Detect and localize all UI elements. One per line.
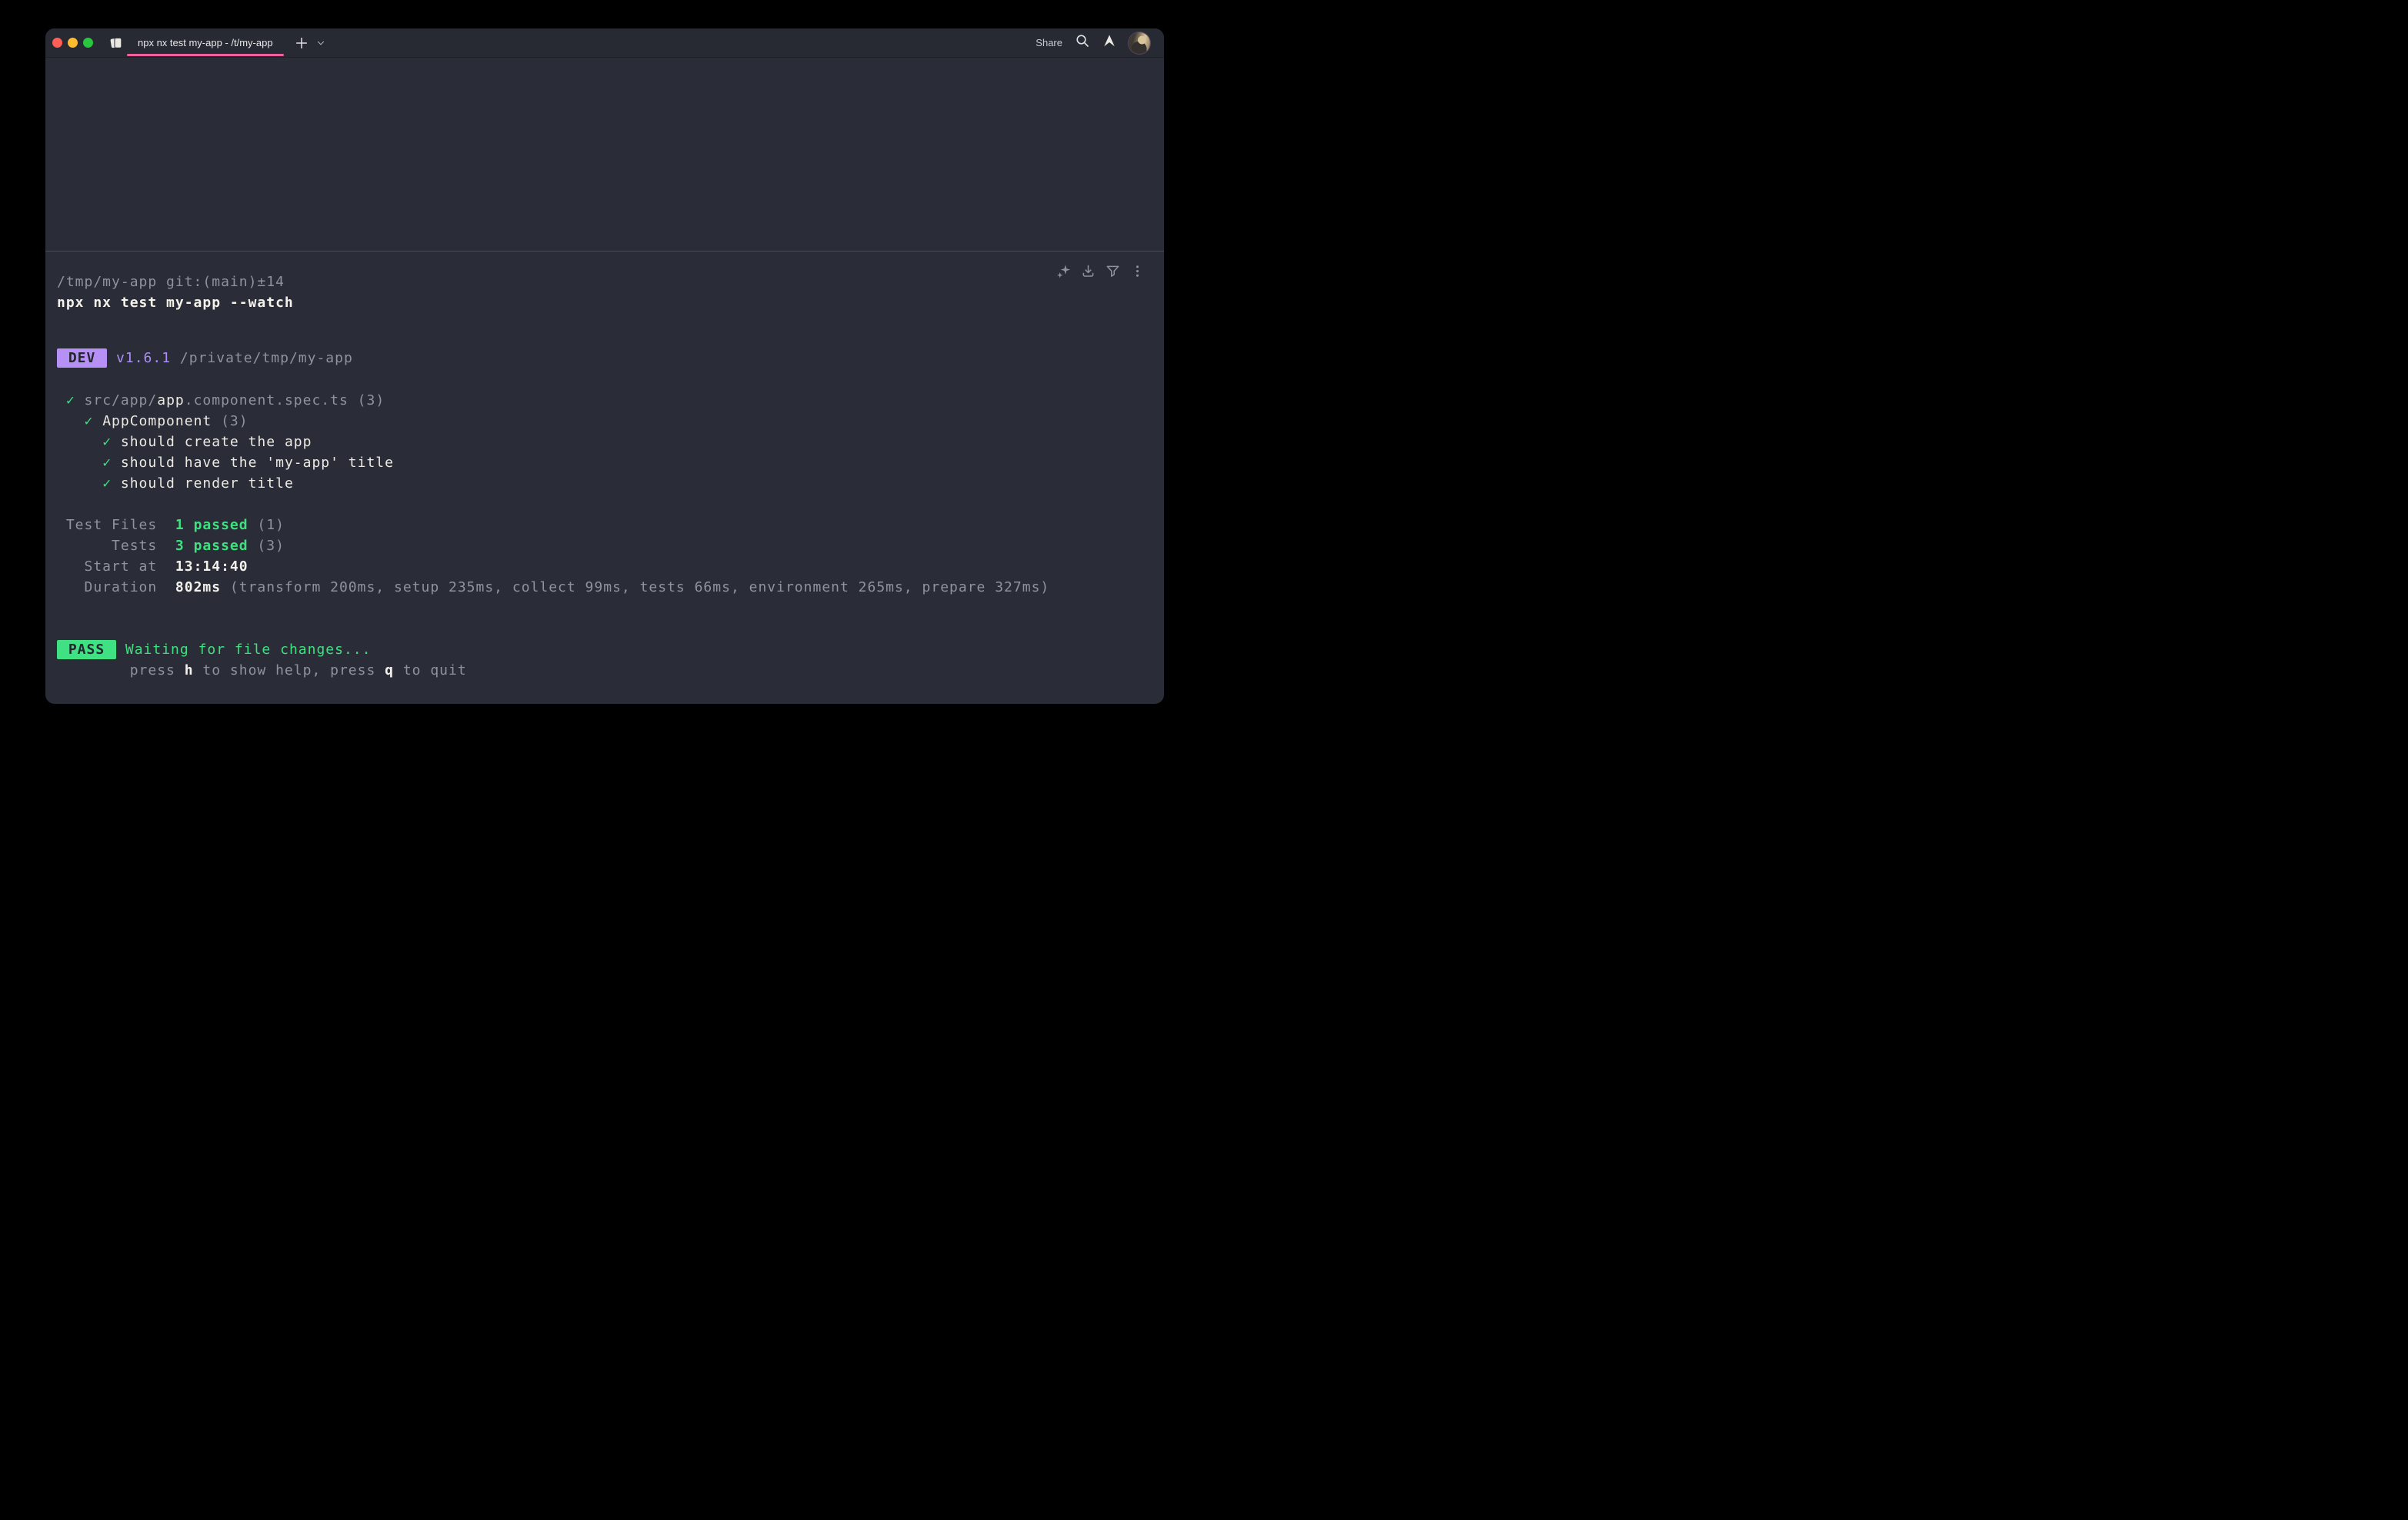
- tab-dropdown-chevron-icon[interactable]: [316, 38, 325, 48]
- terminal-text-segment: [107, 350, 116, 366]
- terminal-text-segment: Test Files: [57, 517, 175, 533]
- avatar[interactable]: [1129, 32, 1150, 54]
- command-block: /tmp/my-app git:(main)±14 npx nx test my-…: [45, 251, 1164, 703]
- terminal-text-segment: (3): [248, 538, 285, 554]
- terminal-text-segment: [75, 392, 85, 408]
- download-icon[interactable]: [1081, 264, 1096, 278]
- terminal-text-segment: /private/tmp/my-app: [180, 350, 353, 366]
- terminal-text-segment: should create the app: [121, 434, 312, 450]
- terminal-text-segment: v1.6.1: [116, 350, 171, 366]
- terminal-text-segment: Tests: [57, 538, 175, 554]
- terminal-text-segment: Duration: [57, 579, 175, 595]
- terminal-text-segment: [112, 434, 121, 450]
- watch-help-line: press h to show help, press q to quit: [57, 660, 1150, 681]
- share-button[interactable]: Share: [1036, 37, 1062, 48]
- terminal-output: /tmp/my-app git:(main)±14 npx nx test my-…: [57, 272, 1150, 681]
- search-icon[interactable]: [1075, 33, 1090, 52]
- test-case-line: ✓ should render title: [57, 473, 1150, 494]
- active-tab-underline: [127, 54, 284, 56]
- terminal-text-segment: h: [185, 662, 194, 678]
- terminal-text-segment: 3 passed: [175, 538, 248, 554]
- test-case-line: ✓ should have the 'my-app' title: [57, 452, 1150, 473]
- terminal-spacer: [57, 598, 1150, 639]
- terminal-text-segment: 13:14:40: [175, 558, 248, 575]
- tab-title: npx nx test my-app - /t/my-app: [138, 37, 273, 48]
- terminal-text-segment: src/app/: [85, 392, 158, 408]
- vitest-dev-line: DEV v1.6.1 /private/tmp/my-app: [57, 348, 1150, 368]
- terminal-text-segment: ✓: [66, 392, 75, 408]
- terminal-text-segment: (3): [212, 413, 248, 429]
- command-line: npx nx test my-app --watch: [57, 292, 1150, 313]
- watch-status-line: PASS Waiting for file changes...: [57, 639, 1150, 660]
- terminal-spacer: [57, 494, 1150, 515]
- terminal-text-segment: (3): [349, 392, 385, 408]
- maximize-button[interactable]: [83, 38, 93, 48]
- summary-duration: Duration 802ms (transform 200ms, setup 2…: [57, 577, 1150, 598]
- terminal-text-segment: AppComponent: [102, 413, 212, 429]
- terminal-text-segment: [57, 475, 102, 492]
- terminal-spacer: [57, 368, 1150, 390]
- summary-start-at: Start at 13:14:40: [57, 556, 1150, 577]
- pass-badge: PASS: [57, 640, 116, 659]
- warp-ai-icon[interactable]: [1102, 34, 1116, 52]
- terminal-text-segment: (transform 200ms, setup 235ms, collect 9…: [221, 579, 1049, 595]
- terminal-text-segment: to quit: [394, 662, 467, 678]
- terminal-text-segment: [112, 455, 121, 471]
- terminal-window: npx nx test my-app - /t/my-app Share: [45, 28, 1164, 704]
- close-button[interactable]: [52, 38, 62, 48]
- terminal-text-segment: [93, 413, 102, 429]
- pages-icon[interactable]: [108, 35, 124, 51]
- minimize-button[interactable]: [68, 38, 78, 48]
- terminal-text-segment: ✓: [85, 413, 94, 429]
- more-options-icon[interactable]: [1130, 264, 1145, 278]
- terminal-text-segment: ✓: [102, 434, 112, 450]
- terminal-text-segment: /tmp/my-app git:(main)±14: [57, 274, 285, 290]
- terminal-area: /tmp/my-app git:(main)±14 npx nx test my-…: [45, 58, 1164, 704]
- summary-tests: Tests 3 passed (3): [57, 535, 1150, 556]
- terminal-text-segment: (1): [248, 517, 285, 533]
- tabbar-right-cluster: Share: [1036, 32, 1164, 54]
- traffic-lights: [52, 38, 93, 48]
- terminal-text-segment: [57, 434, 102, 450]
- terminal-text-segment: should render title: [121, 475, 294, 492]
- terminal-text-segment: .component.spec.ts: [185, 392, 349, 408]
- terminal-text-segment: [112, 475, 121, 492]
- terminal-text-segment: app: [157, 392, 185, 408]
- terminal-text-segment: [116, 642, 125, 658]
- terminal-text-segment: to show help, press: [194, 662, 385, 678]
- terminal-text-segment: Start at: [57, 558, 175, 575]
- terminal-text-segment: [57, 455, 102, 471]
- terminal-text-segment: should have the 'my-app' title: [121, 455, 394, 471]
- terminal-text-segment: 1 passed: [175, 517, 248, 533]
- terminal-spacer: [57, 313, 1150, 348]
- block-toolbar: [1056, 264, 1145, 278]
- terminal-scrollback: [45, 58, 1164, 251]
- terminal-text-segment: npx nx test my-app --watch: [57, 295, 294, 311]
- terminal-text-segment: Waiting for file changes...: [125, 642, 372, 658]
- test-file-line: ✓ src/app/app.component.spec.ts (3): [57, 390, 1150, 411]
- terminal-text-segment: ✓: [102, 455, 112, 471]
- test-suite-line: ✓ AppComponent (3): [57, 411, 1150, 432]
- prompt-line: /tmp/my-app git:(main)±14: [57, 272, 1150, 292]
- terminal-text-segment: [171, 350, 180, 366]
- tab-npx-nx-test[interactable]: npx nx test my-app - /t/my-app: [127, 28, 284, 57]
- tab-bar: npx nx test my-app - /t/my-app Share: [45, 28, 1164, 58]
- terminal-text-segment: 802ms: [175, 579, 221, 595]
- terminal-text-segment: [57, 413, 85, 429]
- dev-badge: DEV: [57, 348, 107, 368]
- terminal-text-segment: [57, 392, 66, 408]
- summary-test-files: Test Files 1 passed (1): [57, 515, 1150, 535]
- filter-icon[interactable]: [1106, 264, 1120, 278]
- ai-sparkles-icon[interactable]: [1056, 264, 1071, 278]
- terminal-text-segment: press: [57, 662, 185, 678]
- terminal-text-segment: ✓: [102, 475, 112, 492]
- terminal-text-segment: q: [385, 662, 394, 678]
- new-tab-button[interactable]: [295, 36, 309, 50]
- test-case-line: ✓ should create the app: [57, 432, 1150, 452]
